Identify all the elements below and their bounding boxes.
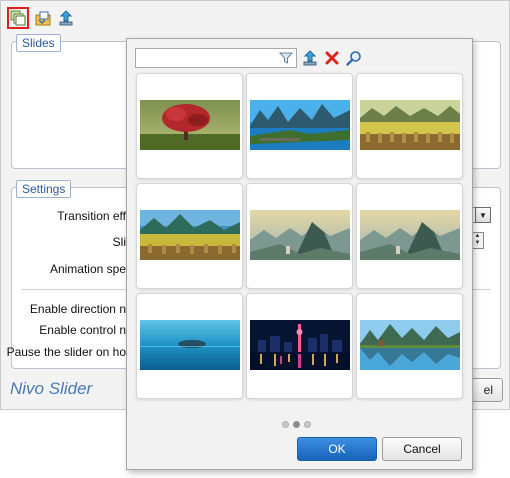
stepper-up-icon[interactable]: ▲	[472, 233, 483, 240]
ok-button[interactable]: OK	[297, 437, 377, 461]
cancel-button[interactable]: Cancel	[382, 437, 462, 461]
upload-icon[interactable]	[301, 49, 319, 67]
import-icon	[34, 9, 52, 27]
search-icon[interactable]	[345, 49, 363, 67]
stepper-down-icon[interactable]: ▼	[472, 240, 483, 247]
slides-icon	[10, 10, 26, 26]
thumbnail-tile[interactable]	[246, 183, 353, 289]
enable-control-nav-label: Enable control n	[39, 323, 126, 337]
night-city-thumbnail	[250, 320, 350, 370]
river-mountains-thumbnail	[250, 100, 350, 150]
search-input[interactable]	[136, 49, 276, 67]
misty-valley-thumbnail	[360, 210, 460, 260]
thumbnail-tile[interactable]	[356, 73, 463, 179]
transition-effect-label: Transition eff	[57, 209, 126, 223]
delete-icon[interactable]	[323, 49, 341, 67]
settings-legend: Settings	[16, 180, 72, 198]
page-dot-active[interactable]	[293, 421, 300, 428]
page-dot[interactable]	[304, 421, 311, 428]
enable-direction-nav-label: Enable direction n	[29, 302, 126, 316]
thumbnail-tile[interactable]	[356, 293, 463, 399]
thumbnail-tile[interactable]	[136, 183, 243, 289]
hills-rice-thumbnail	[140, 210, 240, 260]
rice-field-thumbnail	[360, 100, 460, 150]
import-button[interactable]	[32, 7, 54, 29]
animation-speed-label: Animation spe	[49, 262, 126, 276]
misty-valley-thumbnail	[250, 210, 350, 260]
thumbnail-tile[interactable]	[356, 183, 463, 289]
upload-icon	[58, 10, 74, 26]
slides-button[interactable]	[7, 7, 29, 29]
pagination	[282, 421, 311, 428]
tree-thumbnail	[140, 100, 240, 150]
editor-toolbar	[1, 1, 510, 35]
slices-label: Sli	[112, 235, 126, 249]
filter-icon[interactable]	[278, 51, 294, 65]
pause-on-hover-label: Pause the slider on ho	[6, 345, 126, 359]
image-picker-dialog: OK Cancel	[126, 38, 473, 470]
brand-logo: Nivo Slider	[10, 379, 93, 398]
lake-reflection-thumbnail	[360, 320, 460, 370]
thumbnail-tile[interactable]	[246, 293, 353, 399]
upload-button[interactable]	[55, 7, 77, 29]
island-sea-thumbnail	[140, 320, 240, 370]
thumbnail-tile[interactable]	[136, 293, 243, 399]
chevron-down-icon[interactable]: ▼	[475, 207, 491, 223]
slides-legend: Slides	[16, 34, 61, 52]
page-dot[interactable]	[282, 421, 289, 428]
thumbnail-tile[interactable]	[246, 73, 353, 179]
thumbnail-tile[interactable]	[136, 73, 243, 179]
search-box	[135, 48, 297, 68]
